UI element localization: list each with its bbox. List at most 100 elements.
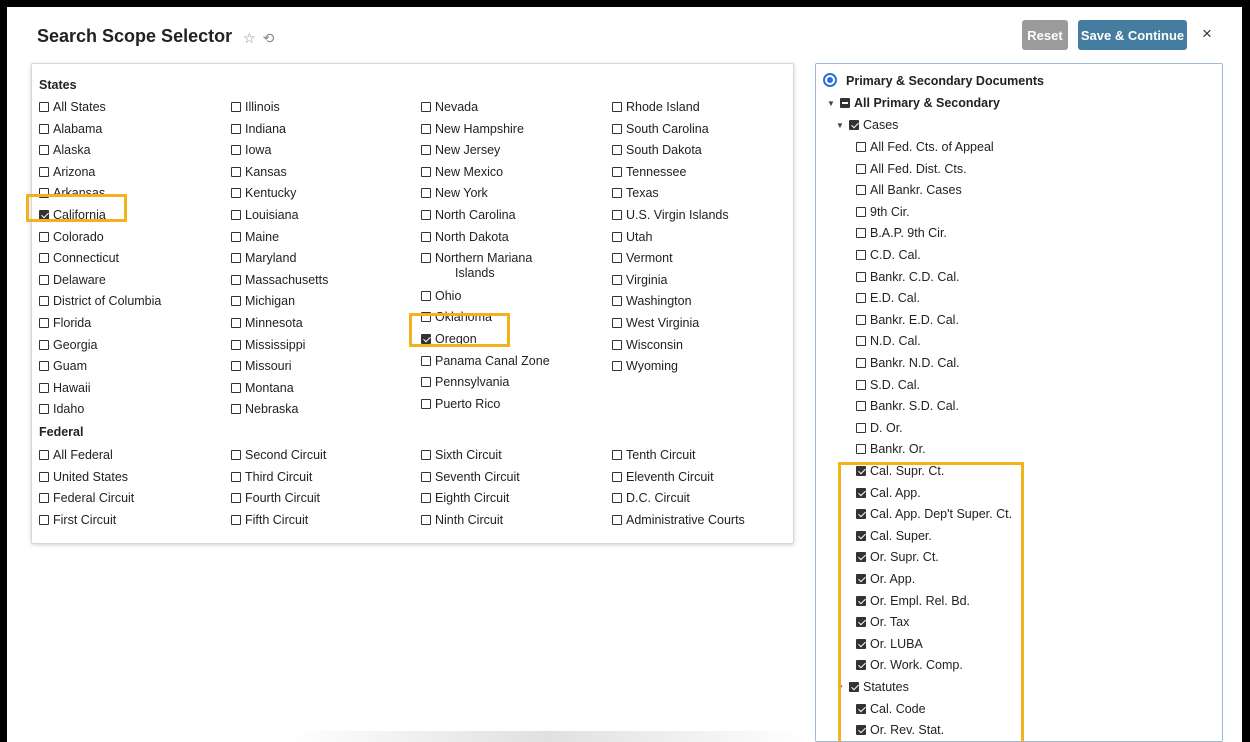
federal-option[interactable]: United States (39, 470, 128, 485)
state-option[interactable]: Iowa (231, 143, 271, 158)
checkbox[interactable] (421, 514, 431, 525)
state-option[interactable]: Michigan (231, 294, 295, 309)
case-option[interactable]: Bankr. N.D. Cal. (856, 356, 960, 371)
close-icon[interactable]: × (1202, 24, 1212, 44)
state-option[interactable]: New Hampshire (421, 122, 524, 137)
state-option[interactable]: Arizona (39, 165, 95, 180)
state-option[interactable]: Tennessee (612, 165, 686, 180)
federal-option[interactable]: Seventh Circuit (421, 470, 520, 485)
state-option[interactable]: Maryland (231, 251, 296, 266)
state-option[interactable]: Virginia (612, 273, 667, 288)
checkbox[interactable] (856, 444, 866, 455)
checkbox[interactable] (39, 123, 49, 134)
state-option[interactable]: Hawaii (39, 381, 91, 396)
checkbox[interactable] (421, 290, 431, 301)
state-option[interactable]: New York (421, 186, 488, 201)
checkbox[interactable] (840, 98, 850, 108)
checkbox[interactable] (856, 163, 866, 174)
history-icon[interactable]: ⟲ (263, 30, 275, 47)
checkbox[interactable] (612, 166, 622, 177)
state-option[interactable]: Nevada (421, 100, 478, 115)
checkbox[interactable] (849, 120, 859, 130)
state-option[interactable]: Alaska (39, 143, 91, 158)
checkbox[interactable] (612, 450, 622, 460)
state-option[interactable]: North Dakota (421, 230, 509, 245)
state-option[interactable]: Wisconsin (612, 338, 683, 353)
checkbox[interactable] (856, 185, 866, 196)
checkbox[interactable] (231, 471, 241, 482)
checkbox[interactable] (612, 318, 622, 328)
case-option[interactable]: B.A.P. 9th Cir. (856, 226, 947, 241)
checkbox[interactable] (231, 274, 241, 285)
state-option[interactable]: Utah (612, 230, 652, 245)
state-option[interactable]: District of Columbia (39, 294, 161, 309)
checkbox[interactable] (231, 102, 241, 112)
tree-cases[interactable]: Cases (849, 118, 898, 133)
federal-option[interactable]: Ninth Circuit (421, 513, 503, 528)
state-option[interactable]: Massachusetts (231, 273, 328, 288)
state-option[interactable]: Louisiana (231, 208, 299, 223)
checkbox[interactable] (612, 145, 622, 156)
checkbox[interactable] (39, 318, 49, 328)
checkbox[interactable] (421, 123, 431, 134)
caret-down-icon[interactable]: ▼ (836, 121, 844, 130)
state-option[interactable]: Delaware (39, 273, 106, 288)
checkbox[interactable] (856, 293, 866, 304)
case-option[interactable]: All Fed. Dist. Cts. (856, 162, 967, 177)
star-icon[interactable]: ☆ (243, 30, 256, 47)
checkbox[interactable] (612, 253, 622, 264)
checkbox[interactable] (39, 361, 49, 372)
checkbox[interactable] (421, 398, 431, 409)
state-option[interactable]: North Carolina (421, 208, 516, 223)
checkbox[interactable] (39, 471, 49, 482)
checkbox[interactable] (39, 514, 49, 525)
state-option[interactable]: Panama Canal Zone (421, 354, 550, 369)
state-option[interactable]: Maine (231, 230, 279, 245)
checkbox[interactable] (231, 296, 241, 307)
checkbox[interactable] (231, 339, 241, 350)
checkbox[interactable] (856, 228, 866, 239)
case-option[interactable]: C.D. Cal. (856, 248, 921, 263)
tree-root[interactable]: All Primary & Secondary (840, 96, 1000, 111)
checkbox[interactable] (39, 296, 49, 307)
checkbox[interactable] (231, 123, 241, 134)
checkbox[interactable] (856, 314, 866, 325)
caret-down-icon[interactable]: ▼ (827, 99, 835, 108)
state-option[interactable]: New Mexico (421, 165, 503, 180)
primary-secondary-radio[interactable] (823, 73, 837, 87)
case-option[interactable]: All Fed. Cts. of Appeal (856, 140, 994, 155)
checkbox[interactable] (39, 339, 49, 350)
checkbox[interactable] (231, 382, 241, 393)
state-option[interactable]: Illinois (231, 100, 280, 115)
state-option[interactable]: Idaho (39, 402, 84, 417)
checkbox[interactable] (856, 358, 866, 368)
checkbox[interactable] (612, 296, 622, 307)
case-option[interactable]: Bankr. C.D. Cal. (856, 270, 960, 285)
federal-option[interactable]: D.C. Circuit (612, 491, 690, 506)
checkbox[interactable] (39, 231, 49, 242)
state-option[interactable]: South Dakota (612, 143, 702, 158)
federal-option[interactable]: Eighth Circuit (421, 491, 509, 506)
checkbox[interactable] (231, 188, 241, 199)
checkbox[interactable] (231, 318, 241, 328)
checkbox[interactable] (856, 379, 866, 390)
checkbox[interactable] (856, 336, 866, 347)
state-option[interactable]: Kentucky (231, 186, 296, 201)
checkbox[interactable] (421, 377, 431, 388)
checkbox[interactable] (612, 188, 622, 199)
checkbox[interactable] (421, 355, 431, 366)
checkbox[interactable] (421, 145, 431, 156)
state-option[interactable]: All States (39, 100, 106, 115)
federal-option[interactable]: Fifth Circuit (231, 513, 308, 528)
checkbox[interactable] (856, 250, 866, 260)
case-option[interactable]: 9th Cir. (856, 205, 910, 220)
checkbox[interactable] (39, 253, 49, 264)
state-option[interactable]: Florida (39, 316, 91, 331)
state-option[interactable]: Kansas (231, 165, 287, 180)
checkbox[interactable] (39, 493, 49, 504)
checkbox[interactable] (421, 493, 431, 504)
checkbox[interactable] (612, 274, 622, 285)
checkbox[interactable] (612, 514, 622, 525)
checkbox[interactable] (421, 231, 431, 242)
case-option[interactable]: D. Or. (856, 421, 903, 436)
